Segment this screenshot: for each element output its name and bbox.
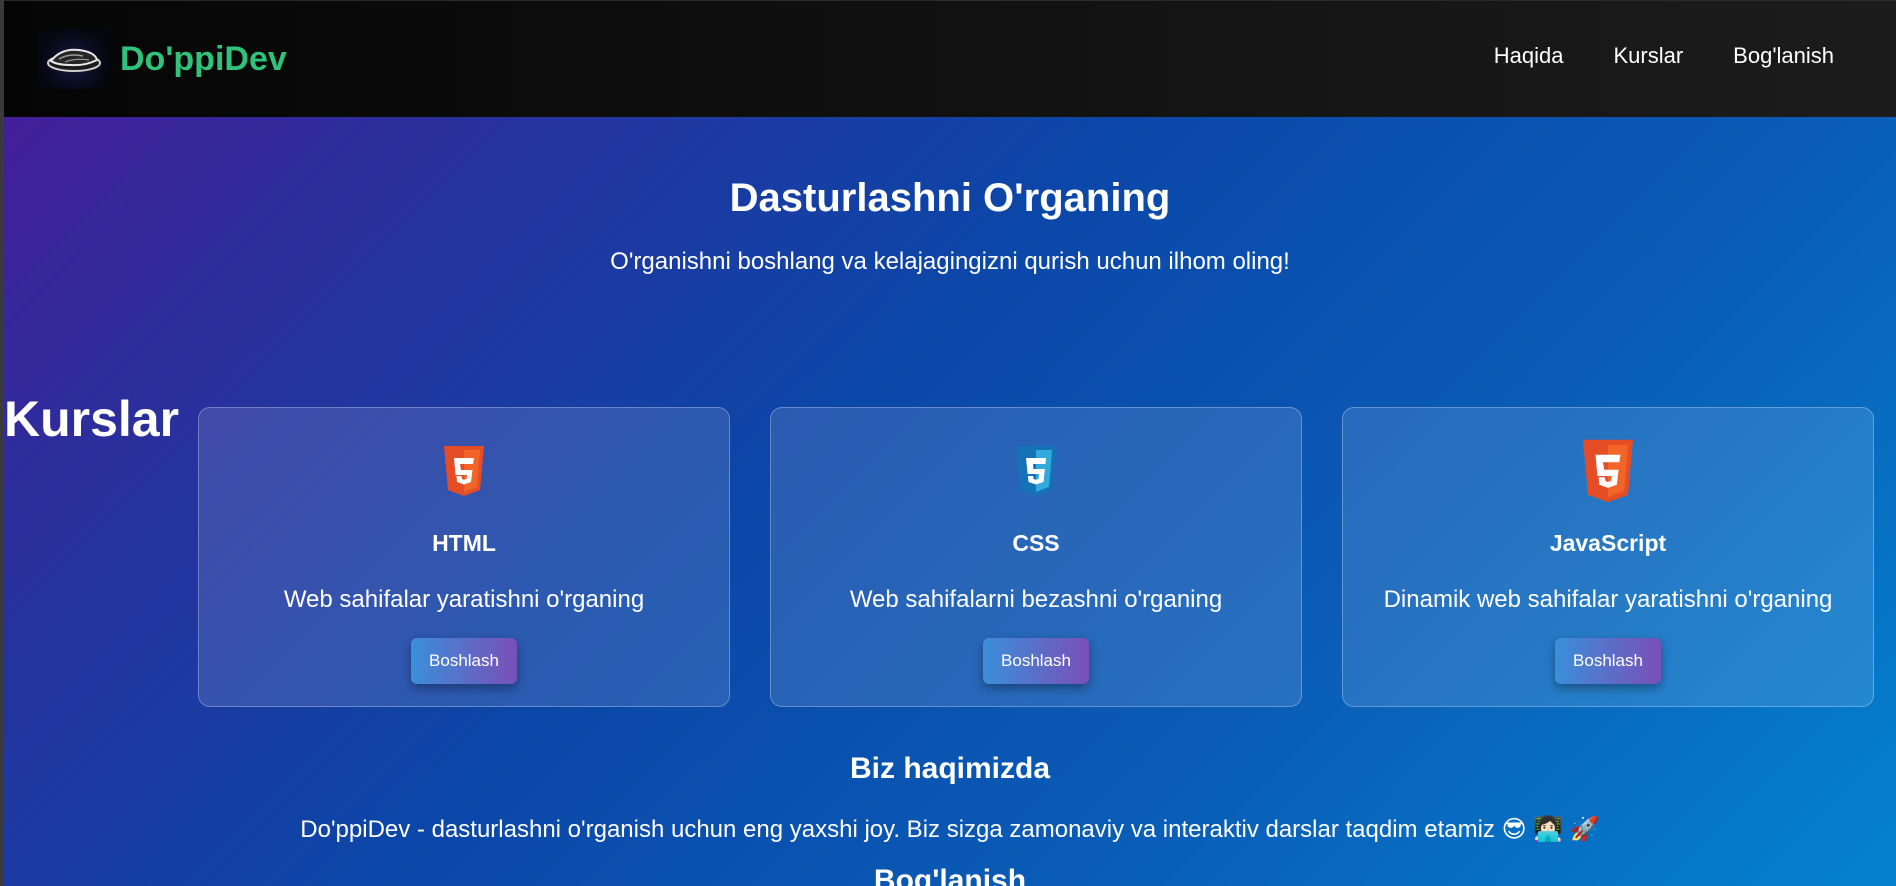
course-card-html: HTML Web sahifalar yaratishni o'rganing … [198,407,730,707]
doppi-hat-icon [38,29,110,89]
css3-icon [1012,444,1060,503]
nav-boglanish[interactable]: Bog'lanish [1733,43,1834,69]
nav-kurslar[interactable]: Kurslar [1613,43,1683,69]
brand-name: Do'ppiDev [120,39,287,78]
course-description: Dinamik web sahifalar yaratishni o'rgani… [1383,586,1833,613]
html5-icon [440,444,488,503]
start-css-button[interactable]: Boshlash [983,638,1089,684]
about-title: Biz haqimizda [849,752,1051,785]
course-title: JavaScript [1549,530,1667,556]
course-title: CSS [1012,530,1060,556]
html5-icon [1578,436,1638,511]
page: Do'ppiDev Haqida Kurslar Bog'lanish Dast… [4,0,1896,886]
start-javascript-button[interactable]: Boshlash [1555,638,1661,684]
about-text: Do'ppiDev - dasturlashni o'rganish uchun… [300,816,1600,843]
course-description: Web sahifalar yaratishni o'rganing [283,586,645,613]
contact-title: Bog'lanish [873,864,1027,886]
start-html-button[interactable]: Boshlash [411,638,517,684]
course-title: HTML [432,530,496,556]
main-nav: Haqida Kurslar Bog'lanish [1494,43,1834,69]
hero-title: Dasturlashni O'rganing [729,176,1171,220]
course-card-javascript: JavaScript Dinamik web sahifalar yaratis… [1342,407,1874,707]
course-description: Web sahifalarni bezashni o'rganing [849,586,1223,613]
logo[interactable]: Do'ppiDev [38,29,287,89]
site-header: Do'ppiDev Haqida Kurslar Bog'lanish [4,0,1896,117]
course-card-css: CSS Web sahifalarni bezashni o'rganing B… [770,407,1302,707]
courses-title: Kurslar [4,391,180,447]
hero-subtitle: O'rganishni boshlang va kelajagingizni q… [610,248,1290,275]
nav-haqida[interactable]: Haqida [1494,43,1564,69]
